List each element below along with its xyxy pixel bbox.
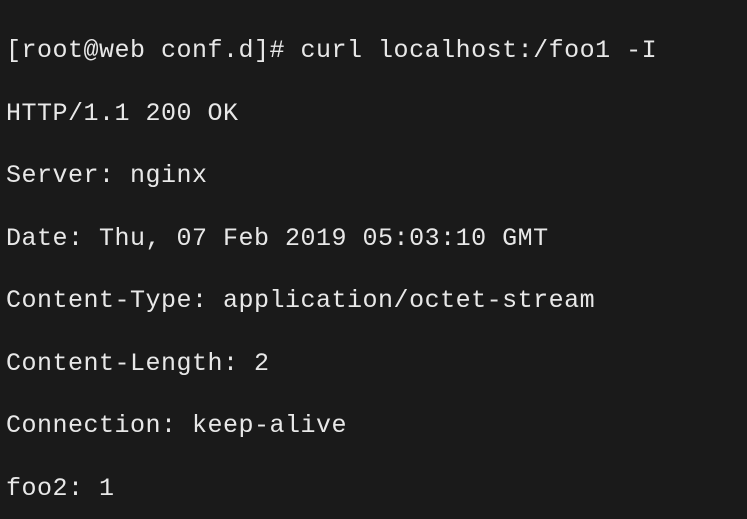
http-header-line: Date: Thu, 07 Feb 2019 05:03:10 GMT — [6, 223, 741, 254]
http-header-line: Content-Type: application/octet-stream — [6, 285, 741, 316]
http-header-line: foo2: 1 — [6, 473, 741, 504]
http-status-line: HTTP/1.1 200 OK — [6, 98, 741, 129]
http-header-line: Connection: keep-alive — [6, 410, 741, 441]
shell-prompt: [root@web conf.d]# — [6, 36, 301, 65]
command-text: curl localhost:/foo1 -I — [301, 36, 658, 65]
terminal-window[interactable]: [root@web conf.d]# curl localhost:/foo1 … — [0, 0, 747, 519]
http-header-line: Server: nginx — [6, 160, 741, 191]
http-header-line: Content-Length: 2 — [6, 348, 741, 379]
command-line-1: [root@web conf.d]# curl localhost:/foo1 … — [6, 35, 741, 66]
